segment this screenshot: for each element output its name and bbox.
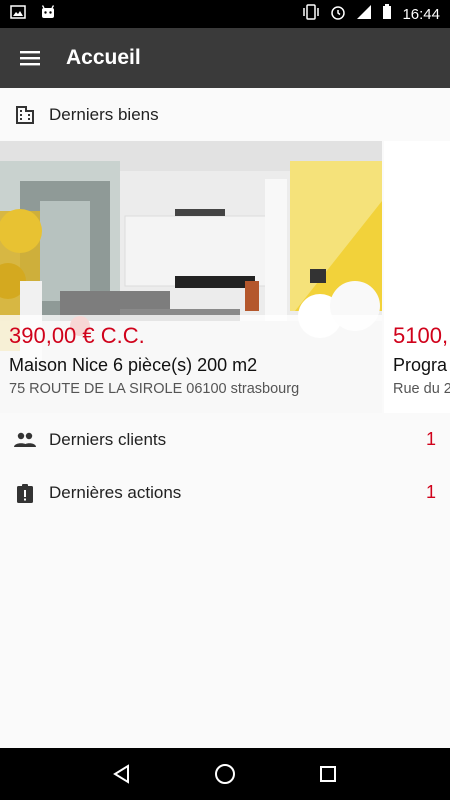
latest-clients-count: 1 [425, 429, 436, 449]
latest-properties-header: Derniers biens [0, 88, 450, 141]
page-title: Accueil [66, 46, 141, 69]
property-card[interactable]: 390,00 € C.C. Maison Nice 6 pièce(s) 200… [0, 141, 382, 413]
latest-actions-row[interactable]: Dernières actions 1 [0, 466, 450, 519]
people-icon [14, 429, 36, 451]
main-content: Derniers biens 390,00 € C.C. Maison Nice… [0, 88, 450, 748]
property-info-overlay: 390,00 € C.C. Maison Nice 6 pièce(s) 200… [0, 315, 382, 413]
clipboard-alert-icon [14, 482, 36, 504]
signal-icon [356, 4, 372, 24]
hamburger-icon[interactable] [0, 28, 60, 88]
latest-clients-row[interactable]: Derniers clients 1 [0, 413, 450, 466]
latest-properties-label: Derniers biens [49, 104, 159, 124]
vibrate-icon [302, 4, 320, 24]
system-nav-bar [0, 748, 450, 800]
property-address: Rue du 2 [393, 381, 450, 397]
property-info-overlay: 5100, Progra Rue du 2 [384, 315, 450, 413]
property-address: 75 ROUTE DE LA SIROLE 06100 strasbourg [9, 381, 300, 397]
home-icon[interactable] [205, 754, 245, 794]
property-card[interactable]: 5100, Progra Rue du 2 [384, 141, 450, 413]
property-price: 5100, [393, 323, 449, 348]
property-title: Progra [393, 355, 448, 375]
properties-carousel[interactable]: 390,00 € C.C. Maison Nice 6 pièce(s) 200… [0, 141, 450, 413]
latest-clients-label: Derniers clients [49, 429, 167, 449]
android-icon [40, 4, 56, 25]
status-bar: 16:44 [0, 0, 450, 28]
back-icon[interactable] [102, 754, 142, 794]
latest-actions-label: Dernières actions [49, 482, 182, 502]
building-icon [14, 104, 36, 126]
image-icon [10, 4, 26, 24]
recents-icon[interactable] [308, 754, 348, 794]
app-bar: Accueil [0, 28, 450, 88]
clock-time: 16:44 [402, 5, 440, 23]
latest-actions-count: 1 [425, 482, 436, 502]
battery-icon [382, 4, 392, 24]
property-price: 390,00 € C.C. [9, 323, 145, 348]
alarm-icon [330, 4, 346, 24]
property-title: Maison Nice 6 pièce(s) 200 m2 [9, 355, 258, 375]
